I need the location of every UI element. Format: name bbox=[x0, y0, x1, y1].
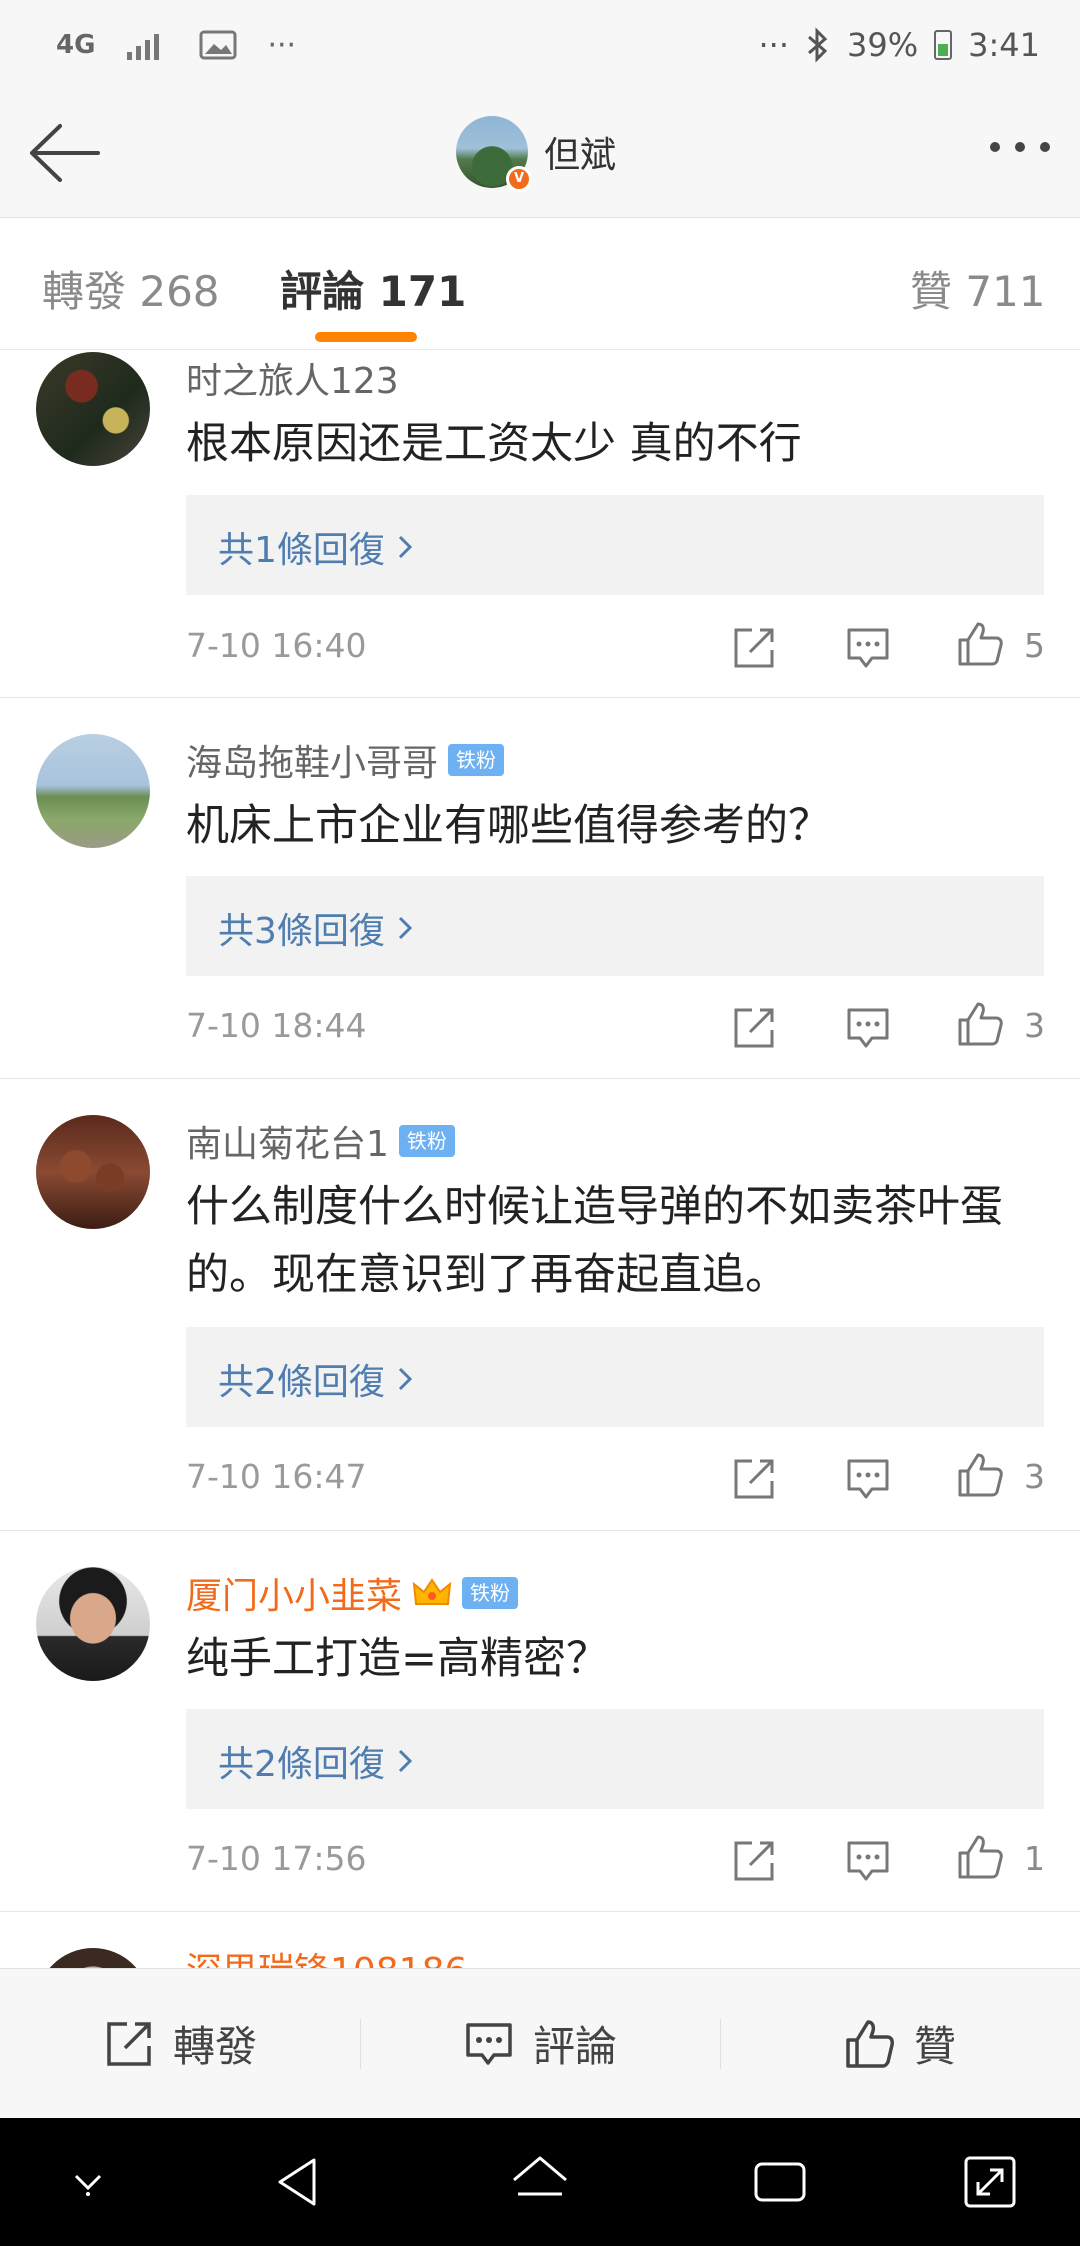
avatar[interactable] bbox=[36, 352, 150, 466]
repost-icon bbox=[107, 2021, 151, 2066]
like-count: 3 bbox=[1024, 1457, 1045, 1496]
image-icon bbox=[199, 30, 237, 60]
avatar[interactable] bbox=[36, 734, 150, 848]
fan-badge: 铁粉 bbox=[462, 1577, 519, 1609]
nav-user[interactable]: V 但斌 bbox=[456, 116, 617, 192]
verified-icon: V bbox=[506, 166, 532, 192]
back-icon[interactable] bbox=[268, 2150, 332, 2214]
comment-icon[interactable] bbox=[844, 1455, 892, 1503]
comment-text: 纯手工打造=高精密？ bbox=[186, 1634, 610, 1684]
like-count: 3 bbox=[1024, 1006, 1045, 1045]
more-notifications: ··· bbox=[267, 27, 297, 63]
bluetooth-icon bbox=[808, 27, 828, 63]
comment-time: 7-10 18:44 bbox=[186, 1006, 367, 1045]
comment-item: 南山菊花台1 铁粉 什么制度什么时候让造导弹的不如卖茶叶蛋的。现在意识到了再奋起… bbox=[0, 1079, 1080, 1531]
share-icon[interactable] bbox=[730, 1837, 778, 1885]
reply-box[interactable]: 共2條回復 bbox=[186, 1327, 1044, 1427]
reply-box[interactable]: 共1條回復 bbox=[186, 495, 1044, 595]
comment-username[interactable]: 南山菊花台1 铁粉 bbox=[186, 1115, 455, 1167]
status-bar: 4G ··· ··· 39% 3:41 bbox=[0, 0, 1080, 90]
reply-box[interactable]: 共2條回復 bbox=[186, 1709, 1044, 1809]
recents-icon[interactable] bbox=[748, 2150, 812, 2214]
comment-text: 机床上市企业有哪些值得参考的？ bbox=[186, 801, 831, 851]
repost-button[interactable]: 轉發 bbox=[0, 1969, 360, 2118]
view-replies-link[interactable]: 共2條回復 bbox=[218, 1735, 415, 1787]
like-label: 贊 bbox=[913, 2022, 956, 2071]
chevron-right-icon bbox=[398, 916, 413, 940]
share-icon[interactable] bbox=[730, 1004, 778, 1052]
page-title: 但斌 bbox=[544, 135, 617, 176]
comment-text: 什么制度什么时候让造导弹的不如卖茶叶蛋的。现在意识到了再奋起直追。 bbox=[186, 1182, 1003, 1300]
like-count: 1 bbox=[1024, 1839, 1045, 1878]
more-status: ··· bbox=[758, 26, 790, 64]
avatar[interactable]: V bbox=[456, 116, 532, 192]
crown-icon bbox=[412, 1578, 452, 1605]
back-arrow-icon[interactable] bbox=[26, 120, 106, 186]
comment-icon[interactable] bbox=[844, 1837, 892, 1885]
nav-bar: V 但斌 bbox=[0, 90, 1080, 218]
clock: 3:41 bbox=[968, 26, 1040, 64]
comment-username[interactable]: 厦门小小韭菜 铁粉 bbox=[186, 1567, 519, 1619]
comment-username[interactable]: 时之旅人123 bbox=[186, 352, 399, 404]
comment-item: 海岛拖鞋小哥哥 铁粉 机床上市企业有哪些值得参考的？ 共3條回復 7-10 18… bbox=[0, 698, 1080, 1079]
comment-username[interactable]: 深思瑞锋108186 bbox=[186, 1942, 467, 1968]
collapse-icon[interactable] bbox=[56, 2150, 120, 2214]
fan-badge: 铁粉 bbox=[448, 744, 505, 776]
view-replies-link[interactable]: 共2條回復 bbox=[218, 1353, 415, 1405]
fan-badge: 铁粉 bbox=[398, 1125, 455, 1157]
like-icon[interactable] bbox=[956, 1000, 1004, 1048]
like-icon[interactable] bbox=[956, 620, 1004, 668]
like-count: 5 bbox=[1024, 626, 1045, 665]
comment-text: 根本原因还是工资太少 真的不行 bbox=[186, 419, 802, 469]
like-icon[interactable] bbox=[956, 1833, 1004, 1881]
chevron-right-icon bbox=[398, 1367, 413, 1391]
avatar[interactable] bbox=[36, 1948, 150, 1968]
battery-icon bbox=[934, 30, 953, 60]
like-button[interactable]: 贊 bbox=[720, 1969, 1080, 2118]
comment-icon[interactable] bbox=[844, 1004, 892, 1052]
comment-username[interactable]: 海岛拖鞋小哥哥 铁粉 bbox=[186, 734, 505, 786]
home-icon[interactable] bbox=[508, 2150, 572, 2214]
tab-comments[interactable]: 評論 171 bbox=[280, 258, 466, 319]
like-icon bbox=[846, 2019, 894, 2068]
chevron-right-icon bbox=[398, 535, 413, 559]
bottom-toolbar: 轉發 評論 贊 bbox=[0, 1968, 1080, 2118]
comment-label: 評論 bbox=[532, 2022, 617, 2071]
avatar[interactable] bbox=[36, 1567, 150, 1681]
chevron-right-icon bbox=[398, 1749, 413, 1773]
comment-button[interactable]: 評論 bbox=[360, 1969, 720, 2118]
comment-item: 深思瑞锋108186 bbox=[0, 1912, 1080, 1968]
system-navigation-bar bbox=[0, 2118, 1080, 2246]
more-options-icon[interactable] bbox=[990, 142, 1050, 152]
expand-icon[interactable] bbox=[958, 2150, 1022, 2214]
comment-icon[interactable] bbox=[844, 624, 892, 672]
active-tab-indicator bbox=[315, 332, 417, 342]
network-indicator: 4G bbox=[56, 30, 96, 60]
tab-likes[interactable]: 贊 711 bbox=[910, 258, 1046, 319]
comment-item: 时之旅人123 根本原因还是工资太少 真的不行 共1條回復 7-10 16:40… bbox=[0, 350, 1080, 698]
tab-bar: 轉發 268 評論 171 贊 711 bbox=[0, 218, 1080, 350]
comment-time: 7-10 17:56 bbox=[186, 1839, 367, 1878]
signal-icon bbox=[127, 34, 160, 60]
reply-box[interactable]: 共3條回復 bbox=[186, 876, 1044, 976]
comment-time: 7-10 16:40 bbox=[186, 626, 367, 665]
view-replies-link[interactable]: 共3條回復 bbox=[218, 902, 415, 954]
comment-time: 7-10 16:47 bbox=[186, 1457, 367, 1496]
comment-item: 厦门小小韭菜 铁粉 纯手工打造=高精密？ 共2條回復 7-10 17:56 1 bbox=[0, 1531, 1080, 1912]
share-icon[interactable] bbox=[730, 1455, 778, 1503]
tab-reposts[interactable]: 轉發 268 bbox=[42, 258, 220, 319]
like-icon[interactable] bbox=[956, 1451, 1004, 1499]
share-icon[interactable] bbox=[730, 624, 778, 672]
avatar[interactable] bbox=[36, 1115, 150, 1229]
view-replies-link[interactable]: 共1條回復 bbox=[218, 521, 415, 573]
battery-percent: 39% bbox=[847, 26, 919, 64]
comment-icon bbox=[466, 2022, 512, 2065]
repost-label: 轉發 bbox=[172, 2022, 257, 2071]
